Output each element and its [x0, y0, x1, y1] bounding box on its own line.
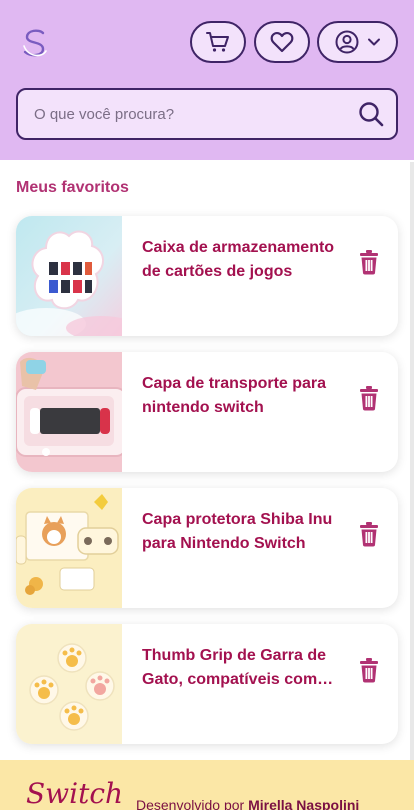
favorite-item[interactable]: Thumb Grip de Garra de Gato, compatíveis…: [16, 624, 398, 744]
favorite-item[interactable]: Capa protetora Shiba Inu para Nintendo S…: [16, 488, 398, 608]
trash-icon[interactable]: [358, 385, 380, 411]
cart-button[interactable]: [190, 21, 246, 63]
favorites-button[interactable]: [254, 21, 310, 63]
header: [0, 0, 414, 160]
footer-logo: Switch: [26, 777, 124, 810]
footer: Switch Desenvolvido por Mirella Naspolin…: [0, 760, 414, 810]
footer-credits: Desenvolvido por Mirella Naspolini: [136, 797, 359, 810]
product-image: [16, 216, 122, 336]
search-bar: [16, 88, 398, 140]
search-input[interactable]: [34, 90, 354, 138]
trash-icon[interactable]: [358, 657, 380, 683]
product-image: [16, 624, 122, 744]
footer-author-link[interactable]: Mirella Naspolini: [248, 797, 359, 810]
favorite-item[interactable]: Capa de transporte para nintendo switch: [16, 352, 398, 472]
trash-icon[interactable]: [358, 521, 380, 547]
product-image: [16, 352, 122, 472]
account-menu-button[interactable]: [317, 21, 398, 63]
chevron-down-icon: [367, 37, 381, 47]
favorite-item-title[interactable]: Caixa de armazenamento de cartões de jog…: [142, 236, 342, 284]
favorite-item[interactable]: Caixa de armazenamento de cartões de jog…: [16, 216, 398, 336]
brand-logo-icon[interactable]: [18, 26, 52, 60]
trash-icon[interactable]: [358, 249, 380, 275]
shopping-cart-icon: [206, 31, 230, 53]
product-image: [16, 488, 122, 608]
favorite-item-title[interactable]: Capa protetora Shiba Inu para Nintendo S…: [142, 508, 342, 556]
search-icon[interactable]: [358, 101, 384, 127]
scrollbar[interactable]: [410, 162, 414, 760]
section-title: Meus favoritos: [16, 179, 129, 196]
heart-icon: [270, 31, 294, 53]
footer-credits-prefix: Desenvolvido por: [136, 797, 249, 810]
user-circle-icon: [335, 30, 359, 54]
favorite-item-title[interactable]: Capa de transporte para nintendo switch: [142, 372, 342, 420]
favorite-item-title[interactable]: Thumb Grip de Garra de Gato, compatíveis…: [142, 644, 342, 692]
